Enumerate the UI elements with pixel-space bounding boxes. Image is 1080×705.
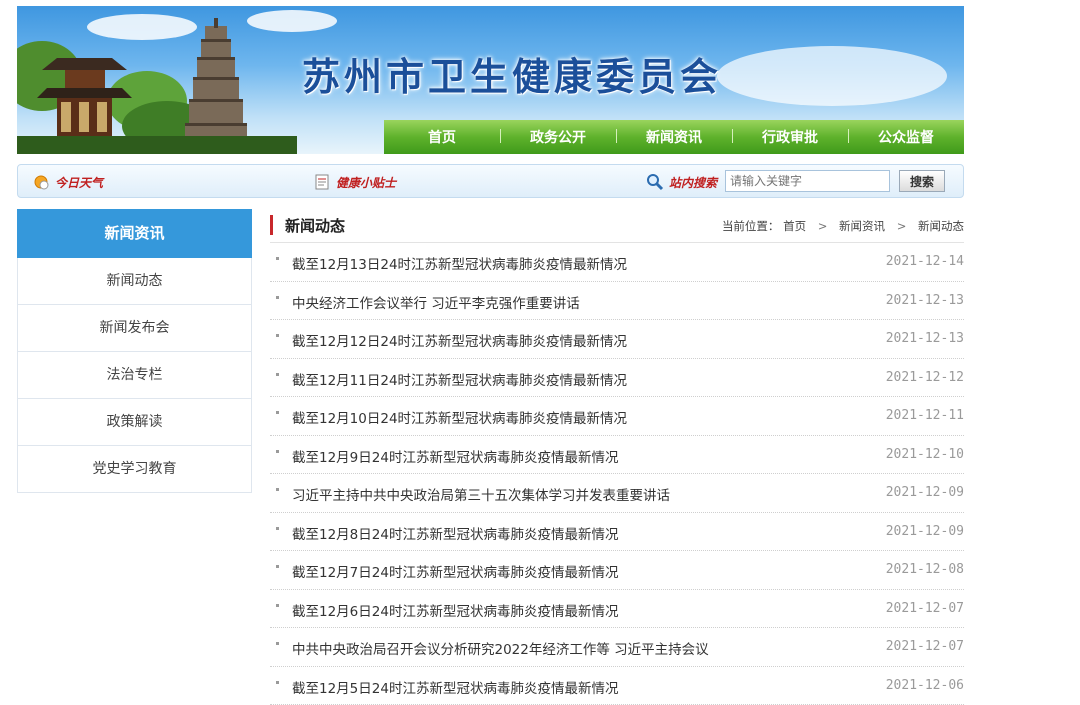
- sidebar-item-policy-interpretation[interactable]: 政策解读: [17, 399, 252, 446]
- sidebar-item-rule-of-law[interactable]: 法治专栏: [17, 352, 252, 399]
- news-title[interactable]: 截至12月6日24时江苏新型冠状病毒肺炎疫情最新情况: [292, 600, 618, 620]
- news-list-item[interactable]: 截至12月10日24时江苏新型冠状病毒肺炎疫情最新情况 2021-12-11: [270, 397, 964, 436]
- bullet-icon: [276, 257, 279, 260]
- sidebar-item-press-conference[interactable]: 新闻发布会: [17, 305, 252, 352]
- nav-public-supervision[interactable]: 公众监督: [848, 127, 964, 147]
- weather-label: 今日天气: [55, 174, 103, 191]
- sidebar-item-party-history[interactable]: 党史学习教育: [17, 446, 252, 493]
- news-title[interactable]: 截至12月8日24时江苏新型冠状病毒肺炎疫情最新情况: [292, 523, 618, 543]
- news-list-item[interactable]: 截至12月5日24时江苏新型冠状病毒肺炎疫情最新情况 2021-12-06: [270, 667, 964, 705]
- weather-sun-icon: [32, 173, 50, 191]
- news-title[interactable]: 截至12月13日24时江苏新型冠状病毒肺炎疫情最新情况: [292, 253, 627, 273]
- news-date: 2021-12-13: [886, 331, 964, 346]
- news-list-item[interactable]: 截至12月6日24时江苏新型冠状病毒肺炎疫情最新情况 2021-12-07: [270, 590, 964, 629]
- main-nav: 首页 政务公开 新闻资讯 行政审批 公众监督: [384, 120, 964, 154]
- bullet-icon: [276, 527, 279, 530]
- breadcrumb-home[interactable]: 首页: [783, 219, 806, 233]
- breadcrumb: 当前位置： 首页 > 新闻资讯 > 新闻动态: [722, 218, 964, 234]
- section-header: 新闻动态 当前位置： 首页 > 新闻资讯 > 新闻动态: [270, 209, 964, 243]
- news-title[interactable]: 截至12月11日24时江苏新型冠状病毒肺炎疫情最新情况: [292, 369, 627, 389]
- section-title: 新闻动态: [285, 215, 345, 236]
- news-date: 2021-12-10: [886, 447, 964, 462]
- bullet-icon: [276, 334, 279, 337]
- site-title: 苏州市卫生健康委员会: [302, 46, 722, 101]
- news-list-item[interactable]: 中央经济工作会议举行 习近平李克强作重要讲话 2021-12-13: [270, 282, 964, 321]
- section-marker: [270, 215, 273, 235]
- site-search-label: 站内搜索: [669, 174, 717, 191]
- bullet-icon: [276, 642, 279, 645]
- news-list-item[interactable]: 截至12月8日24时江苏新型冠状病毒肺炎疫情最新情况 2021-12-09: [270, 513, 964, 552]
- news-title[interactable]: 截至12月9日24时江苏新型冠状病毒肺炎疫情最新情况: [292, 446, 618, 466]
- news-date: 2021-12-08: [886, 562, 964, 577]
- news-list-item[interactable]: 截至12月11日24时江苏新型冠状病毒肺炎疫情最新情况 2021-12-12: [270, 359, 964, 398]
- magnifier-icon: [646, 173, 664, 191]
- nav-government-affairs[interactable]: 政务公开: [500, 127, 616, 147]
- news-list-item[interactable]: 截至12月7日24时江苏新型冠状病毒肺炎疫情最新情况 2021-12-08: [270, 551, 964, 590]
- site-search-label-group: 站内搜索: [646, 173, 717, 191]
- health-tips-label: 健康小贴士: [336, 174, 396, 191]
- news-date: 2021-12-07: [886, 639, 964, 654]
- news-title[interactable]: 截至12月7日24时江苏新型冠状病毒肺炎疫情最新情况: [292, 561, 618, 581]
- news-title[interactable]: 习近平主持中共中央政治局第三十五次集体学习并发表重要讲话: [292, 484, 670, 504]
- news-date: 2021-12-07: [886, 601, 964, 616]
- news-date: 2021-12-12: [886, 370, 964, 385]
- notepad-icon: [313, 173, 331, 191]
- search-button[interactable]: 搜索: [899, 170, 945, 192]
- sidebar: 新闻资讯 新闻动态 新闻发布会 法治专栏 政策解读 党史学习教育: [17, 209, 252, 493]
- news-date: 2021-12-11: [886, 408, 964, 423]
- cloud-decoration: [717, 46, 947, 106]
- bullet-icon: [276, 604, 279, 607]
- breadcrumb-current[interactable]: 新闻动态: [918, 219, 964, 233]
- news-list-item[interactable]: 截至12月13日24时江苏新型冠状病毒肺炎疫情最新情况 2021-12-14: [270, 243, 964, 282]
- weather-link[interactable]: 今日天气: [32, 173, 103, 191]
- news-list-item[interactable]: 习近平主持中共中央政治局第三十五次集体学习并发表重要讲话 2021-12-09: [270, 474, 964, 513]
- breadcrumb-separator-icon: >: [897, 219, 907, 233]
- nav-home[interactable]: 首页: [384, 127, 500, 147]
- sidebar-title: 新闻资讯: [17, 209, 252, 258]
- news-title[interactable]: 中共中央政治局召开会议分析研究2022年经济工作等 习近平主持会议: [292, 638, 709, 658]
- search-input[interactable]: [725, 170, 890, 192]
- bullet-icon: [276, 411, 279, 414]
- news-title[interactable]: 截至12月10日24时江苏新型冠状病毒肺炎疫情最新情况: [292, 407, 627, 427]
- site-banner: 苏州市卫生健康委员会 首页 政务公开 新闻资讯 行政审批 公众监督: [17, 6, 964, 154]
- nav-news[interactable]: 新闻资讯: [616, 127, 732, 147]
- news-list-item[interactable]: 截至12月12日24时江苏新型冠状病毒肺炎疫情最新情况 2021-12-13: [270, 320, 964, 359]
- breadcrumb-news[interactable]: 新闻资讯: [839, 219, 885, 233]
- nav-administrative-approval[interactable]: 行政审批: [732, 127, 848, 147]
- health-tips-link[interactable]: 健康小贴士: [313, 173, 396, 191]
- news-date: 2021-12-14: [886, 254, 964, 269]
- news-list: 截至12月13日24时江苏新型冠状病毒肺炎疫情最新情况 2021-12-14 中央…: [270, 243, 964, 705]
- news-list-item[interactable]: 截至12月9日24时江苏新型冠状病毒肺炎疫情最新情况 2021-12-10: [270, 436, 964, 475]
- bullet-icon: [276, 565, 279, 568]
- news-title[interactable]: 中央经济工作会议举行 习近平李克强作重要讲话: [292, 292, 580, 312]
- breadcrumb-prefix: 当前位置：: [722, 219, 780, 233]
- news-date: 2021-12-09: [886, 524, 964, 539]
- bullet-icon: [276, 373, 279, 376]
- news-date: 2021-12-09: [886, 485, 964, 500]
- news-date: 2021-12-06: [886, 678, 964, 693]
- bullet-icon: [276, 681, 279, 684]
- bullet-icon: [276, 488, 279, 491]
- breadcrumb-separator-icon: >: [818, 219, 828, 233]
- tool-strip: 今日天气 健康小贴士 站内搜索 搜索: [17, 164, 964, 198]
- news-list-item[interactable]: 中共中央政治局召开会议分析研究2022年经济工作等 习近平主持会议 2021-12…: [270, 628, 964, 667]
- news-title[interactable]: 截至12月5日24时江苏新型冠状病毒肺炎疫情最新情况: [292, 677, 618, 697]
- bullet-icon: [276, 296, 279, 299]
- main-content: 新闻动态 当前位置： 首页 > 新闻资讯 > 新闻动态 截至12月13日24时江…: [270, 209, 964, 705]
- bullet-icon: [276, 450, 279, 453]
- pagoda-scenery-image: [17, 6, 297, 154]
- sidebar-item-news-updates[interactable]: 新闻动态: [17, 258, 252, 305]
- news-date: 2021-12-13: [886, 293, 964, 308]
- news-title[interactable]: 截至12月12日24时江苏新型冠状病毒肺炎疫情最新情况: [292, 330, 627, 350]
